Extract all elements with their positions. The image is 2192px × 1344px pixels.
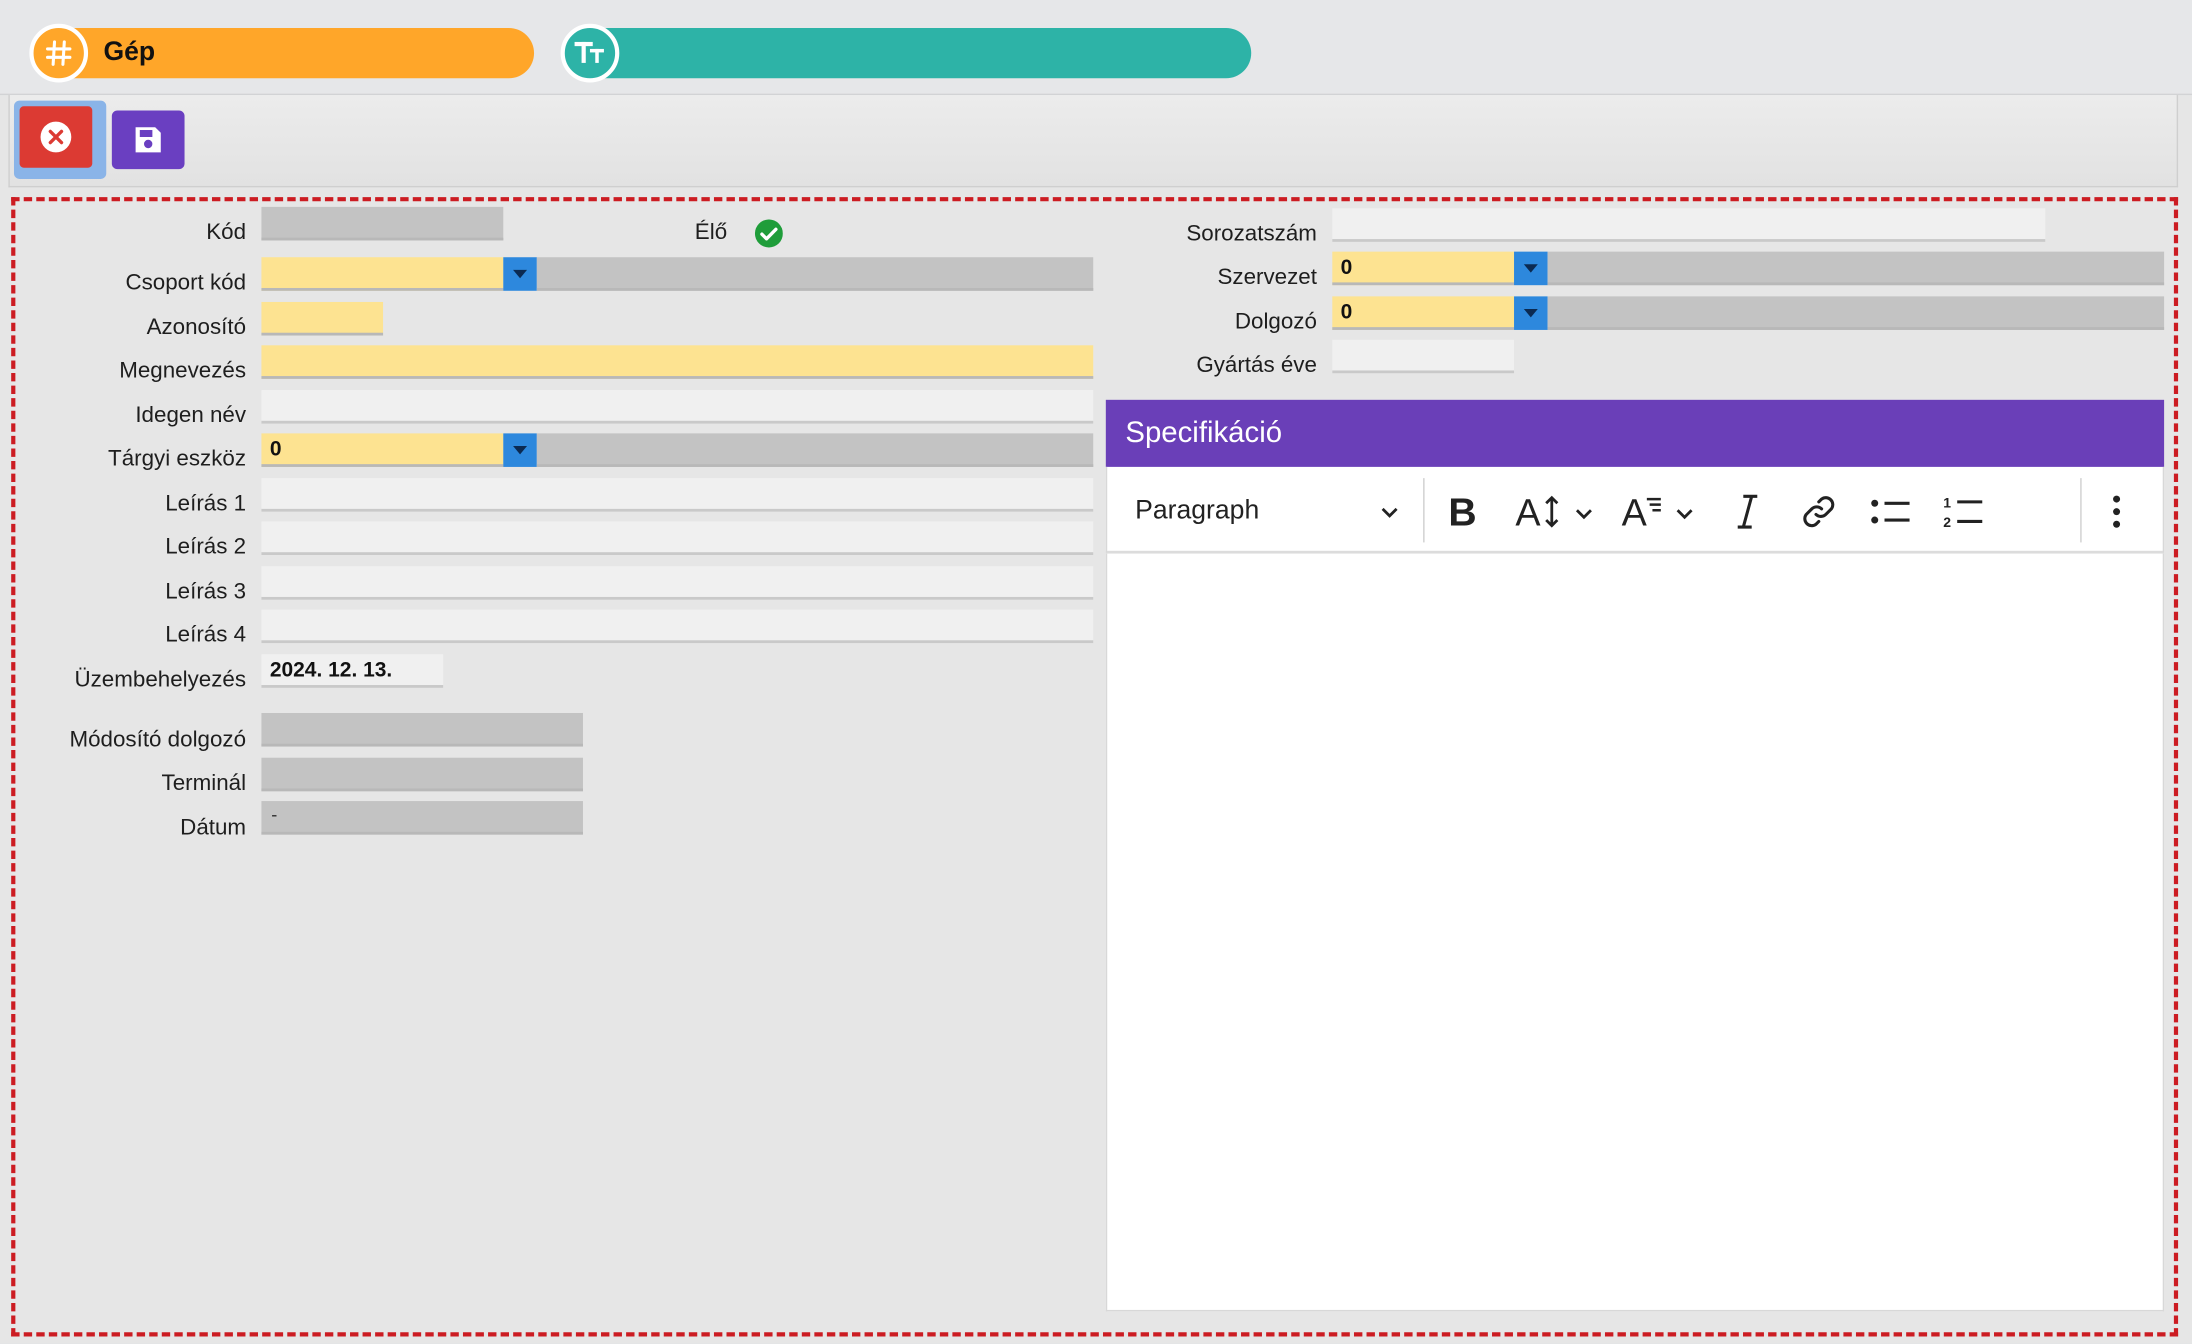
modosito-label: Módosító dolgozó: [69, 728, 247, 753]
megnevezes-field[interactable]: [261, 345, 1094, 379]
leiras2-field[interactable]: [261, 521, 1094, 556]
editor-toolbar: Paragraph B A A 12: [1105, 466, 2165, 554]
toolbar-separator: [2080, 478, 2082, 543]
gyartas-field[interactable]: [1332, 339, 1515, 374]
bold-icon: B: [1448, 493, 1476, 529]
elo-label: Élő: [694, 220, 728, 245]
targyi-description: [536, 433, 1094, 467]
more-options-button[interactable]: [2111, 492, 2122, 531]
azonosito-field[interactable]: [261, 301, 384, 336]
leiras4-label: Leírás 4: [165, 623, 247, 648]
svg-text:2: 2: [1943, 514, 1951, 530]
bold-button[interactable]: B: [1446, 492, 1480, 531]
paragraph-select[interactable]: Paragraph: [1135, 492, 1401, 531]
dolgozo-value: 0: [1340, 300, 1353, 325]
leiras1-label: Leírás 1: [165, 492, 247, 516]
spec-editor-content[interactable]: [1105, 553, 2165, 1312]
terminal-field: [261, 757, 583, 792]
azonosito-label: Azonosító: [146, 315, 247, 340]
dolgozo-dropdown-button[interactable]: [1514, 296, 1548, 330]
toolbar-separator: [1423, 478, 1425, 543]
gyartas-label: Gyártás éve: [1196, 353, 1317, 378]
csoport-label: Csoport kód: [125, 271, 247, 295]
action-toolbar: [8, 95, 2179, 188]
dolgozo-description: [1547, 296, 2165, 330]
idegen-label: Idegen név: [135, 404, 247, 428]
csoport-dropdown-button[interactable]: [503, 257, 537, 291]
more-vertical-icon: [2113, 495, 2121, 528]
paragraph-label: Paragraph: [1135, 496, 1260, 526]
chevron-down-icon: [1381, 507, 1398, 518]
close-button[interactable]: [19, 106, 93, 168]
szervezet-value: 0: [1340, 255, 1353, 280]
kod-field[interactable]: [261, 206, 504, 241]
svg-text:B: B: [1448, 493, 1476, 529]
targyi-select[interactable]: 0: [261, 433, 504, 467]
szervezet-select[interactable]: 0: [1332, 251, 1515, 286]
bulleted-list-button[interactable]: [1871, 492, 1910, 531]
uzembe-date-field[interactable]: 2024. 12. 13.: [261, 654, 444, 688]
leiras3-label: Leírás 3: [165, 580, 247, 604]
link-icon: [1803, 496, 1835, 528]
kod-label: Kód: [206, 220, 247, 245]
font-family-icon: A: [1622, 492, 1693, 531]
szervezet-description: [1547, 251, 2165, 286]
spec-title: Specifikáció: [1125, 416, 1283, 449]
font-family-button[interactable]: A: [1622, 492, 1703, 531]
svg-text:1: 1: [1943, 494, 1951, 510]
modosito-field: [261, 712, 583, 747]
sorozat-label: Sorozatszám: [1186, 222, 1317, 247]
save-button[interactable]: [111, 110, 185, 170]
leiras3-field[interactable]: [261, 566, 1094, 600]
app-window: Gép Kód Élő Csoport kód Azonosító Megnev…: [0, 0, 2192, 1344]
spec-header: Specifikáció: [1105, 399, 2165, 467]
bulleted-list-icon: [1871, 499, 1910, 524]
datum-label: Dátum: [180, 816, 247, 841]
terminal-label: Terminál: [161, 771, 247, 796]
uzembe-label: Üzembehelyezés: [74, 668, 247, 693]
csoport-description: [536, 257, 1094, 291]
leiras1-field[interactable]: [261, 478, 1094, 512]
megnevezes-label: Megnevezés: [119, 359, 247, 384]
dolgozo-label: Dolgozó: [1234, 310, 1317, 335]
check-circle-icon[interactable]: [754, 219, 783, 248]
header-bar: Gép: [0, 0, 2192, 96]
close-circle-icon: [40, 121, 72, 153]
font-size-button[interactable]: A: [1515, 492, 1596, 531]
szervezet-dropdown-button[interactable]: [1514, 251, 1548, 286]
sorozat-field[interactable]: [1332, 208, 2046, 242]
szervezet-label: Szervezet: [1217, 265, 1317, 290]
floppy-disk-icon: [135, 127, 161, 153]
datum-field: -: [261, 801, 583, 835]
text-type-icon: [560, 23, 620, 83]
numbered-list-button[interactable]: 12: [1943, 492, 1983, 531]
tab-text[interactable]: [560, 23, 1252, 83]
link-button[interactable]: [1801, 492, 1837, 531]
svg-text:A: A: [1515, 492, 1541, 531]
svg-text:A: A: [1622, 492, 1648, 531]
targyi-value: 0: [269, 437, 282, 462]
targyi-dropdown-button[interactable]: [503, 433, 537, 467]
tab-gep[interactable]: Gép: [29, 23, 535, 83]
tab-label: Gép: [103, 37, 156, 68]
leiras2-label: Leírás 2: [165, 535, 247, 560]
targyi-label: Tárgyi eszköz: [108, 447, 247, 472]
leiras4-field[interactable]: [261, 609, 1094, 644]
datum-value: -: [271, 803, 278, 825]
numbered-list-icon: 12: [1943, 494, 1983, 530]
italic-icon: [1737, 494, 1758, 529]
italic-button[interactable]: [1734, 492, 1762, 531]
dolgozo-select[interactable]: 0: [1332, 296, 1515, 330]
idegen-field[interactable]: [261, 390, 1094, 424]
csoport-select[interactable]: [261, 257, 504, 291]
hash-icon: [29, 23, 89, 83]
font-size-icon: A: [1515, 492, 1592, 531]
close-button-focus-ring: [13, 100, 107, 179]
uzembe-value: 2024. 12. 13.: [269, 658, 393, 683]
